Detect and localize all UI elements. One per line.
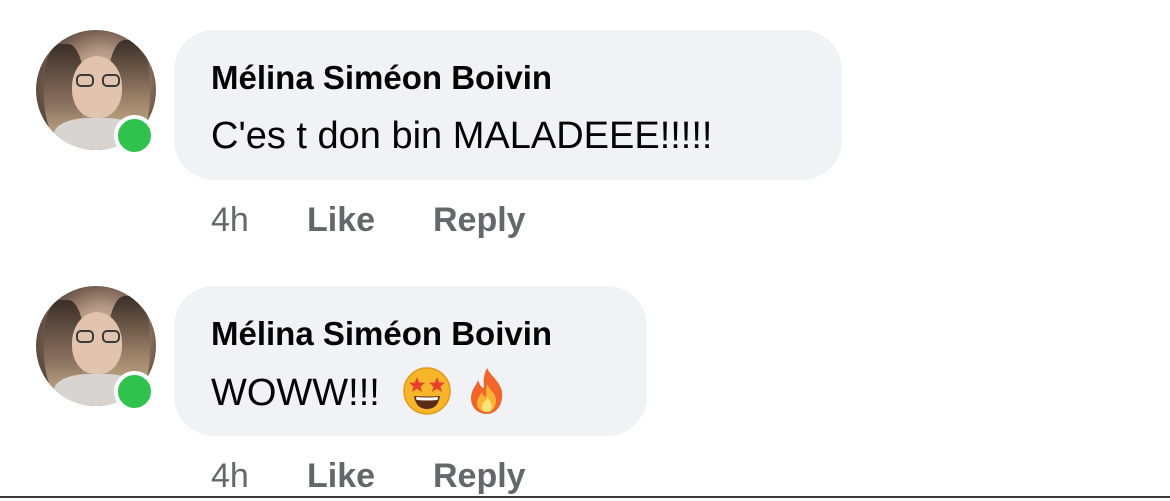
- fire-emoji-icon: [471, 368, 503, 414]
- comment-timestamp[interactable]: 4h: [211, 454, 307, 498]
- comment-timestamp[interactable]: 4h: [211, 198, 307, 242]
- comment-author[interactable]: Mélina Siméon Boivin: [211, 314, 609, 354]
- comment-text-line: WOWW!!!: [211, 367, 609, 420]
- divider: [0, 496, 1170, 498]
- online-status-icon: [114, 371, 155, 412]
- like-button[interactable]: Like: [307, 454, 433, 498]
- comment-bubble: Mélina Siméon Boivin C'es t don bin MALA…: [174, 30, 842, 180]
- comment-bubble: Mélina Siméon Boivin WOWW!!!: [174, 286, 647, 436]
- comment-actions: 4h Like Reply: [211, 198, 526, 242]
- comment-author[interactable]: Mélina Siméon Boivin: [211, 58, 804, 98]
- comment-text: WOWW!!!: [211, 372, 380, 415]
- reply-button[interactable]: Reply: [433, 198, 526, 242]
- comment-text: C'es t don bin MALADEEE!!!!!: [211, 115, 713, 157]
- like-button[interactable]: Like: [307, 198, 433, 242]
- star-struck-emoji-icon: [403, 367, 452, 415]
- online-status-icon: [114, 115, 155, 156]
- reply-button[interactable]: Reply: [433, 454, 526, 498]
- comment-actions: 4h Like Reply: [211, 454, 526, 498]
